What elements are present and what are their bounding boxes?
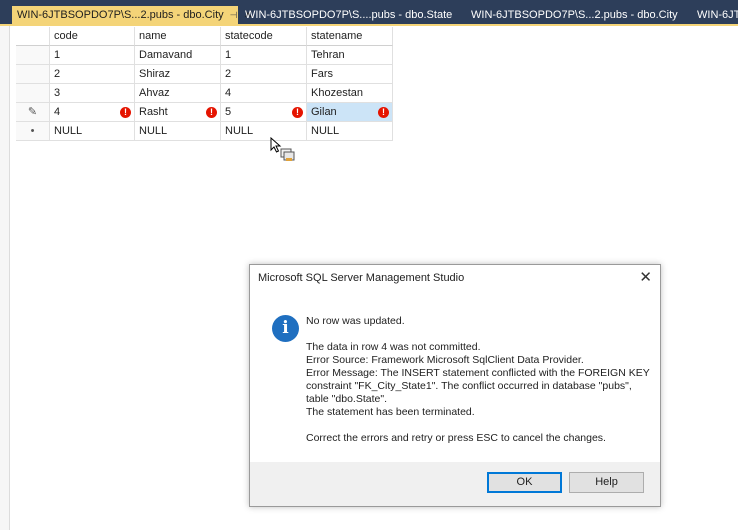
tab-overflow[interactable]: WIN-6JT: [692, 6, 738, 24]
dialog-line: The statement has been terminated.: [306, 406, 475, 418]
cell-statename[interactable]: Tehran: [307, 46, 393, 65]
cell-name[interactable]: Rasht!: [135, 103, 221, 122]
info-icon: i: [272, 315, 299, 342]
dialog-footer-text: Correct the errors and retry or press ES…: [306, 432, 606, 444]
tab-label: WIN-6JTBSOPDO7P\S....pubs - dbo.State: [245, 9, 453, 21]
cell-name[interactable]: Damavand: [135, 46, 221, 65]
table-row[interactable]: 1 Damavand 1 Tehran: [16, 46, 393, 65]
new-row-icon[interactable]: •: [16, 122, 50, 141]
corner-cell[interactable]: [16, 27, 50, 46]
editor-gutter: [0, 26, 10, 530]
tab-city-active[interactable]: WIN-6JTBSOPDO7P\S...2.pubs - dbo.City ⊣ ✕: [12, 6, 253, 24]
cell-value: Rasht: [139, 106, 168, 118]
cell-statecode[interactable]: 2: [221, 65, 307, 84]
cell-name[interactable]: Shiraz: [135, 65, 221, 84]
column-header-statecode[interactable]: statecode: [221, 27, 307, 46]
table-row-new[interactable]: • NULL NULL NULL NULL: [16, 122, 393, 141]
cell-value: 5: [225, 106, 232, 118]
cell-code[interactable]: NULL: [50, 122, 135, 141]
cell-name[interactable]: NULL: [135, 122, 221, 141]
dialog-line: constraint "FK_City_State1". The conflic…: [306, 380, 632, 392]
tab-city[interactable]: WIN-6JTBSOPDO7P\S...2.pubs - dbo.City: [466, 6, 686, 24]
table-row[interactable]: 2 Shiraz 2 Fars: [16, 65, 393, 84]
error-icon: !: [292, 107, 303, 118]
dialog-line: Error Message: The INSERT statement conf…: [306, 367, 650, 379]
table-row[interactable]: 3 Ahvaz 4 Khozestan: [16, 84, 393, 103]
cell-value: 4: [54, 106, 61, 118]
active-tab-strip: [0, 24, 738, 26]
cell-statename[interactable]: NULL: [307, 122, 393, 141]
close-icon[interactable]: ✕: [639, 268, 652, 286]
cell-statename[interactable]: Khozestan: [307, 84, 393, 103]
document-tab-bar: WIN-6JTBSOPDO7P\S...2.pubs - dbo.City ⊣ ✕ …: [0, 0, 738, 24]
pin-icon[interactable]: ⊣: [230, 6, 238, 24]
error-icon: !: [378, 107, 389, 118]
error-dialog: Microsoft SQL Server Management Studio ✕…: [249, 264, 661, 507]
cell-statecode[interactable]: 5!: [221, 103, 307, 122]
row-selector[interactable]: [16, 46, 50, 65]
column-header-statename[interactable]: statename: [307, 27, 393, 46]
cell-code[interactable]: 1: [50, 46, 135, 65]
tab-state[interactable]: WIN-6JTBSOPDO7P\S....pubs - dbo.State: [240, 6, 460, 24]
error-icon: !: [206, 107, 217, 118]
cell-statecode[interactable]: 4: [221, 84, 307, 103]
column-header-name[interactable]: name: [135, 27, 221, 46]
dialog-heading: No row was updated.: [306, 315, 405, 327]
dialog-line: table "dbo.State".: [306, 393, 388, 405]
tab-label: WIN-6JTBSOPDO7P\S...2.pubs - dbo.City: [471, 9, 678, 21]
cell-statename[interactable]: Gilan!: [307, 103, 393, 122]
cell-code[interactable]: 3: [50, 84, 135, 103]
cell-code[interactable]: 2: [50, 65, 135, 84]
header-row: code name statecode statename: [16, 27, 393, 46]
edit-pencil-icon[interactable]: ✎: [16, 103, 50, 122]
cell-statecode[interactable]: 1: [221, 46, 307, 65]
mouse-cursor-icon: [270, 137, 295, 161]
column-header-code[interactable]: code: [50, 27, 135, 46]
row-selector[interactable]: [16, 84, 50, 103]
dialog-title: Microsoft SQL Server Management Studio: [258, 272, 465, 284]
cell-statename[interactable]: Fars: [307, 65, 393, 84]
cell-value: Gilan: [311, 106, 337, 118]
ok-button[interactable]: OK: [487, 472, 562, 493]
row-selector[interactable]: [16, 65, 50, 84]
cell-name[interactable]: Ahvaz: [135, 84, 221, 103]
table-row-editing[interactable]: ✎ 4! Rasht! 5! Gilan!: [16, 103, 393, 122]
cell-code[interactable]: 4!: [50, 103, 135, 122]
error-icon: !: [120, 107, 131, 118]
dialog-line: The data in row 4 was not committed.: [306, 341, 481, 353]
help-button[interactable]: Help: [569, 472, 644, 493]
dialog-button-bar: OK Help: [250, 462, 660, 506]
tab-label: WIN-6JT: [697, 9, 738, 21]
tab-label: WIN-6JTBSOPDO7P\S...2.pubs - dbo.City: [17, 9, 224, 21]
dialog-line: Error Source: Framework Microsoft SqlCli…: [306, 354, 584, 366]
